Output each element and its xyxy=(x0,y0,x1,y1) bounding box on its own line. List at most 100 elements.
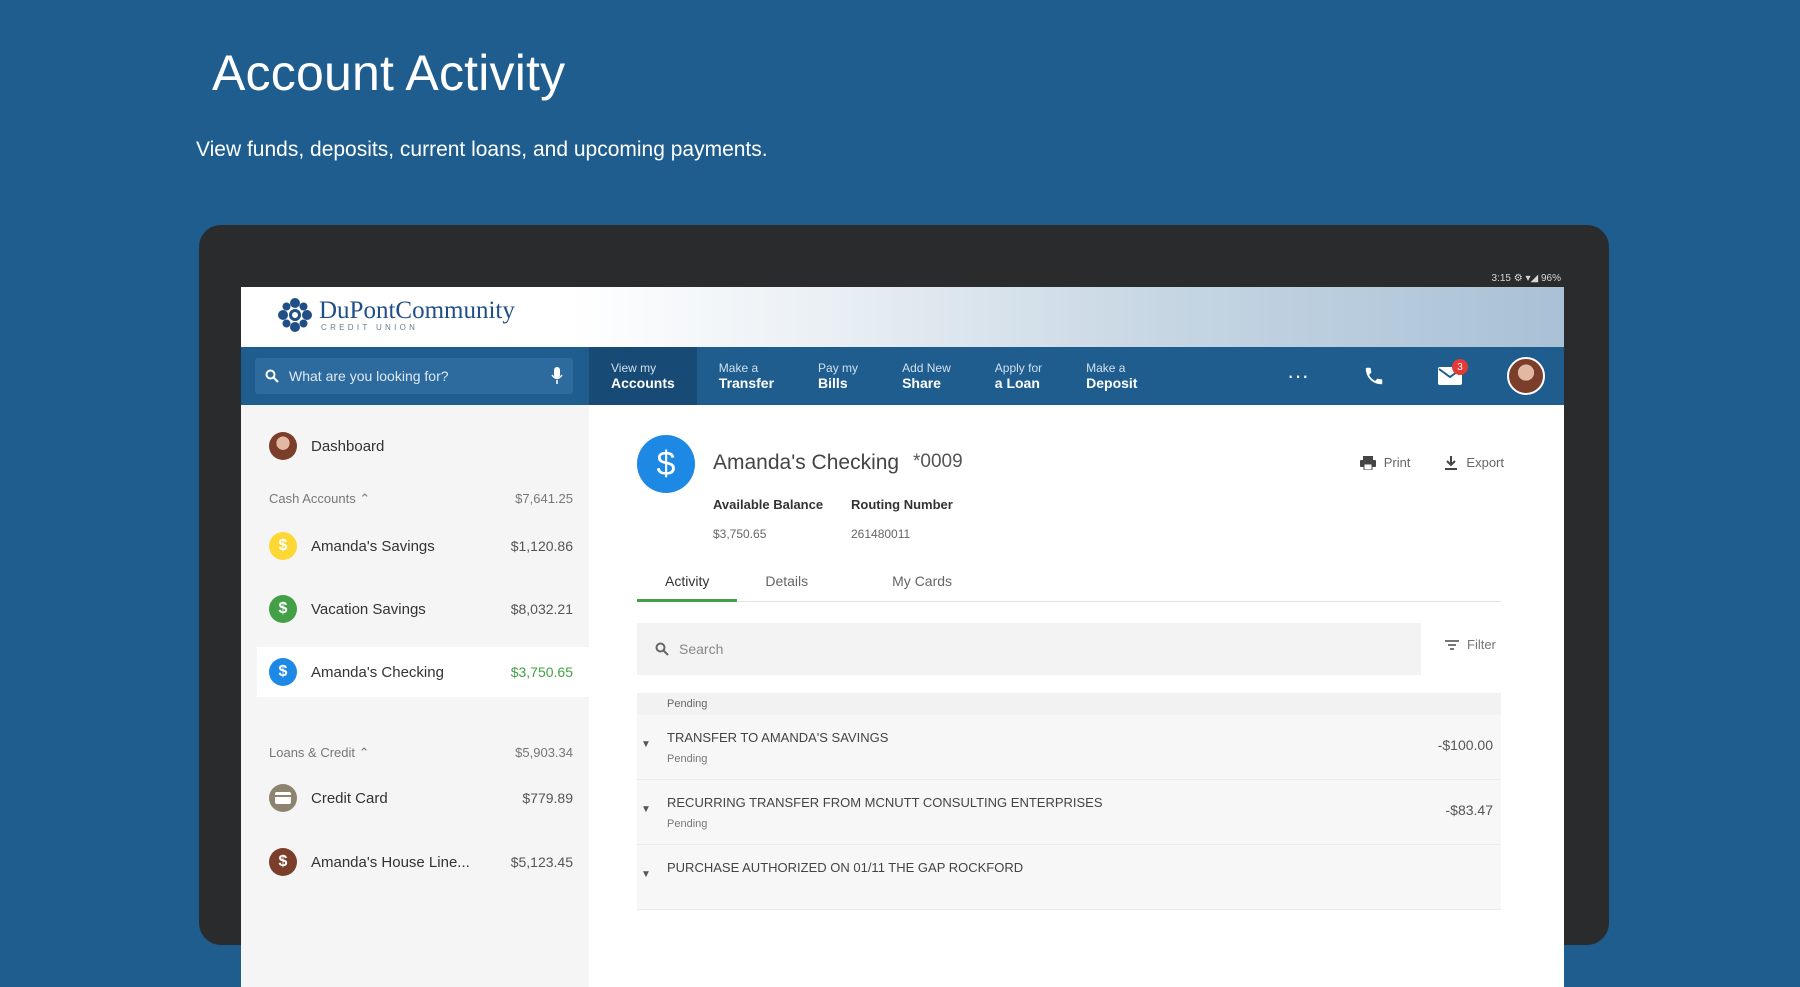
transaction-row[interactable]: ▼ TRANSFER TO AMANDA'S SAVINGS Pending -… xyxy=(637,715,1501,780)
nav-item-line2: Deposit xyxy=(1086,375,1138,391)
section-title: Loans & Credit ⌃ xyxy=(269,745,515,761)
chevron-down-icon[interactable]: ▼ xyxy=(641,869,651,880)
nav-item-line2: Accounts xyxy=(611,375,675,391)
transaction-amount: -$100.00 xyxy=(1437,737,1493,753)
nav-make-transfer[interactable]: Make a Transfer xyxy=(697,347,796,405)
nav-item-line2: Bills xyxy=(818,375,848,391)
device-status-bar: 3:15 ⚙ ▾◢ 96% xyxy=(1491,273,1562,284)
tab-my-cards[interactable]: My Cards xyxy=(836,563,980,599)
sidebar-item-vacation-savings[interactable]: $ Vacation Savings $8,032.21 xyxy=(241,584,589,634)
profile-button[interactable] xyxy=(1488,347,1564,405)
nav-item-line2: Transfer xyxy=(718,375,775,391)
transaction-row[interactable]: ▼ RECURRING TRANSFER FROM MCNUTT CONSULT… xyxy=(637,780,1501,845)
logo-icon xyxy=(278,298,312,332)
transaction-amount: -$83.47 xyxy=(1445,802,1493,818)
avatar xyxy=(269,432,297,460)
credit-card-icon xyxy=(269,784,297,812)
nav-pay-bills[interactable]: Pay my Bills xyxy=(796,347,880,405)
transaction-status: Pending xyxy=(667,818,708,830)
filter-button[interactable]: Filter xyxy=(1445,637,1496,652)
printer-icon xyxy=(1359,455,1376,470)
brand-tagline: CREDIT UNION xyxy=(321,322,419,332)
logo[interactable]: DuPontCommunity CREDIT UNION xyxy=(277,297,515,333)
filter-label: Filter xyxy=(1467,637,1496,652)
sidebar-item-label: Amanda's Checking xyxy=(311,663,444,681)
dollar-icon: $ xyxy=(637,435,695,493)
sidebar-item-dashboard[interactable]: Dashboard xyxy=(241,421,589,471)
nav-item-line1: Pay my xyxy=(818,361,859,375)
chevron-up-icon: ⌃ xyxy=(359,491,371,506)
sidebar-item-amandas-checking[interactable]: $ Amanda's Checking $3,750.65 xyxy=(257,647,589,697)
activity-search-placeholder: Search xyxy=(679,641,724,657)
chevron-down-icon[interactable]: ▼ xyxy=(641,804,651,815)
pending-section-header: Pending xyxy=(637,693,1501,715)
nav-view-accounts[interactable]: View my Accounts xyxy=(589,347,697,405)
more-menu-button[interactable]: ··· xyxy=(1260,347,1336,405)
sidebar-item-amount: $1,120.86 xyxy=(510,538,573,554)
brand-name-text: DuPontCommunity xyxy=(319,296,515,324)
nav-item-line2: a Loan xyxy=(994,375,1040,391)
tab-details[interactable]: Details xyxy=(737,563,836,599)
sidebar-item-credit-card[interactable]: Credit Card $779.89 xyxy=(241,773,589,823)
phone-button[interactable] xyxy=(1336,347,1412,405)
dollar-icon: $ xyxy=(269,595,297,623)
dollar-icon: $ xyxy=(269,658,297,686)
nav-item-line1: View my xyxy=(611,361,657,375)
sidebar-item-house-line[interactable]: $ Amanda's House Line... $5,123.45 xyxy=(241,837,589,887)
chevron-down-icon[interactable]: ▼ xyxy=(641,739,651,750)
chevron-up-icon: ⌃ xyxy=(358,745,370,760)
available-balance-value: $3,750.65 xyxy=(713,527,767,541)
cash-accounts-header[interactable]: Cash Accounts ⌃ $7,641.25 xyxy=(269,491,573,507)
section-total: $5,903.34 xyxy=(515,745,573,760)
notification-badge: 3 xyxy=(1452,359,1468,375)
nav-make-deposit[interactable]: Make a Deposit xyxy=(1064,347,1159,405)
global-search-input[interactable]: What are you looking for? xyxy=(255,358,573,394)
search-icon xyxy=(265,369,279,383)
avatar xyxy=(1507,357,1545,395)
transaction-description: TRANSFER TO AMANDA'S SAVINGS xyxy=(667,730,889,745)
print-label: Print xyxy=(1383,455,1411,470)
section-label: Cash Accounts xyxy=(269,491,356,506)
nav-menu: View my Accounts Make a Transfer Pay my … xyxy=(589,347,1159,405)
microphone-icon[interactable] xyxy=(551,367,563,385)
filter-icon xyxy=(1445,639,1459,650)
more-icon: ··· xyxy=(1287,363,1309,388)
nav-add-share[interactable]: Add New Share xyxy=(880,347,973,405)
phone-icon xyxy=(1365,367,1383,385)
account-name: Amanda's Checking xyxy=(713,451,900,474)
brand-bar: DuPontCommunity CREDIT UNION xyxy=(241,287,1564,347)
activity-search-input[interactable]: Search xyxy=(637,623,1421,675)
transaction-row[interactable]: ▼ PURCHASE AUTHORIZED ON 01/11 THE GAP R… xyxy=(637,845,1501,910)
section-total: $7,641.25 xyxy=(515,491,573,506)
hero-title: Account Activity xyxy=(212,45,566,101)
download-icon xyxy=(1445,455,1458,470)
export-button[interactable]: Export xyxy=(1444,455,1504,470)
sidebar-item-label: Vacation Savings xyxy=(311,600,426,618)
tab-activity[interactable]: Activity xyxy=(637,563,738,602)
export-label: Export xyxy=(1466,455,1504,470)
nav-item-line1: Make a xyxy=(1086,361,1126,375)
sidebar-item-amandas-savings[interactable]: $ Amanda's Savings $1,120.86 xyxy=(241,521,589,571)
app-screen: DuPontCommunity CREDIT UNION What are yo… xyxy=(241,287,1564,987)
sidebar-item-label: Dashboard xyxy=(311,437,385,455)
sidebar-item-amount: $8,032.21 xyxy=(510,601,573,617)
sidebar-item-amount: $3,750.65 xyxy=(510,664,573,680)
account-tabs: Activity Details My Cards xyxy=(637,563,1501,602)
sidebar-item-label: Amanda's Savings xyxy=(311,537,435,555)
available-balance-label: Available Balance xyxy=(713,497,824,512)
sidebar-item-label: Credit Card xyxy=(311,789,388,807)
search-icon xyxy=(655,642,669,656)
routing-number-label: Routing Number xyxy=(851,497,953,512)
loans-credit-header[interactable]: Loans & Credit ⌃ $5,903.34 xyxy=(269,745,573,761)
transaction-description: RECURRING TRANSFER FROM MCNUTT CONSULTIN… xyxy=(667,795,1103,810)
account-actions: Print Export xyxy=(1359,455,1504,470)
global-search-placeholder: What are you looking for? xyxy=(289,368,449,384)
sidebar-item-label: Amanda's House Line... xyxy=(311,853,470,871)
print-button[interactable]: Print xyxy=(1359,455,1411,470)
nav-utilities: ··· 3 xyxy=(1260,347,1564,405)
messages-button[interactable]: 3 xyxy=(1412,347,1488,405)
account-number: *0009 xyxy=(913,451,963,472)
nav-apply-loan[interactable]: Apply for a Loan xyxy=(973,347,1064,405)
sidebar-item-amount: $5,123.45 xyxy=(510,854,573,870)
section-label: Loans & Credit xyxy=(269,745,355,760)
